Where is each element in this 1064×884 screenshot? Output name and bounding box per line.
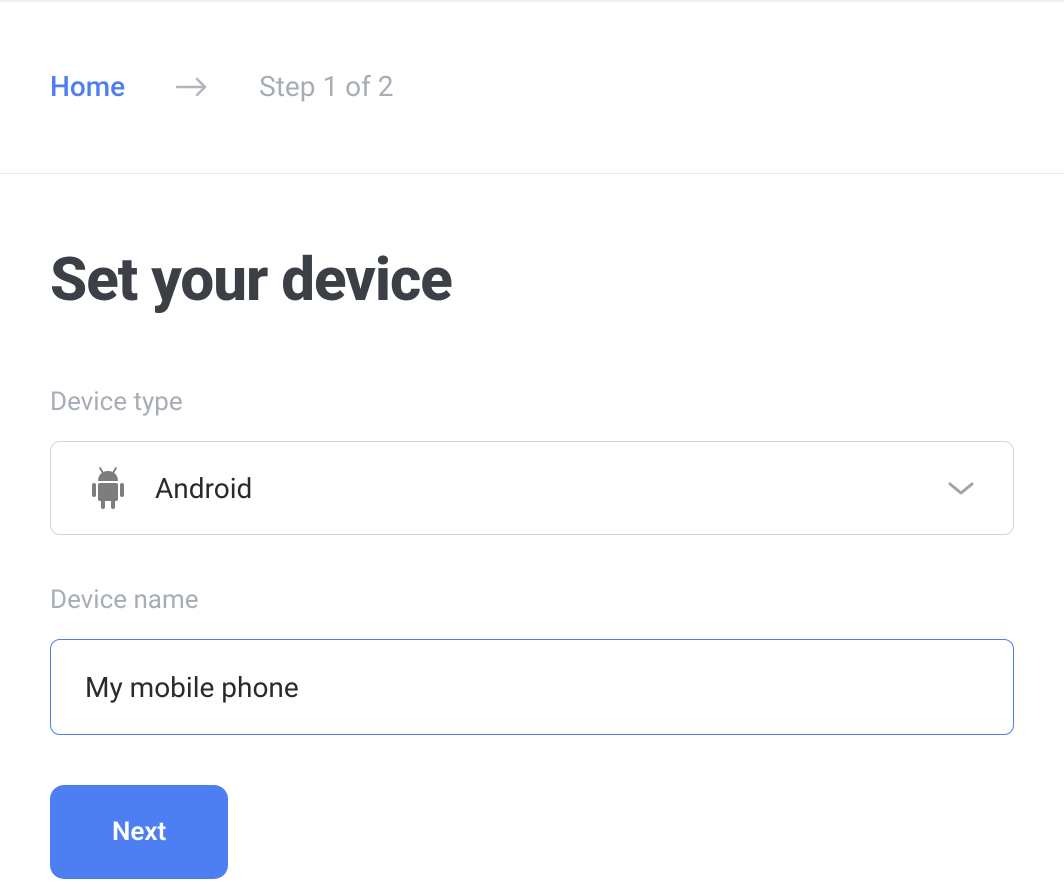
device-name-group: Device name [50, 585, 1014, 735]
chevron-down-icon [947, 480, 975, 496]
next-button[interactable]: Next [50, 785, 228, 879]
breadcrumb-home-link[interactable]: Home [50, 70, 125, 103]
main-content: Set your device Device type Android [0, 174, 1064, 879]
breadcrumb-step-label: Step 1 of 2 [259, 70, 393, 103]
device-name-input[interactable] [50, 639, 1014, 735]
breadcrumb: Home Step 1 of 2 [0, 2, 1064, 174]
page-title: Set your device [50, 244, 1014, 315]
device-name-label: Device name [50, 585, 1014, 615]
device-type-label: Device type [50, 387, 1014, 417]
device-type-group: Device type Android [50, 387, 1014, 535]
device-type-value: Android [155, 472, 947, 505]
arrow-right-icon [175, 75, 209, 99]
android-icon [89, 466, 127, 510]
device-type-select[interactable]: Android [50, 441, 1014, 535]
